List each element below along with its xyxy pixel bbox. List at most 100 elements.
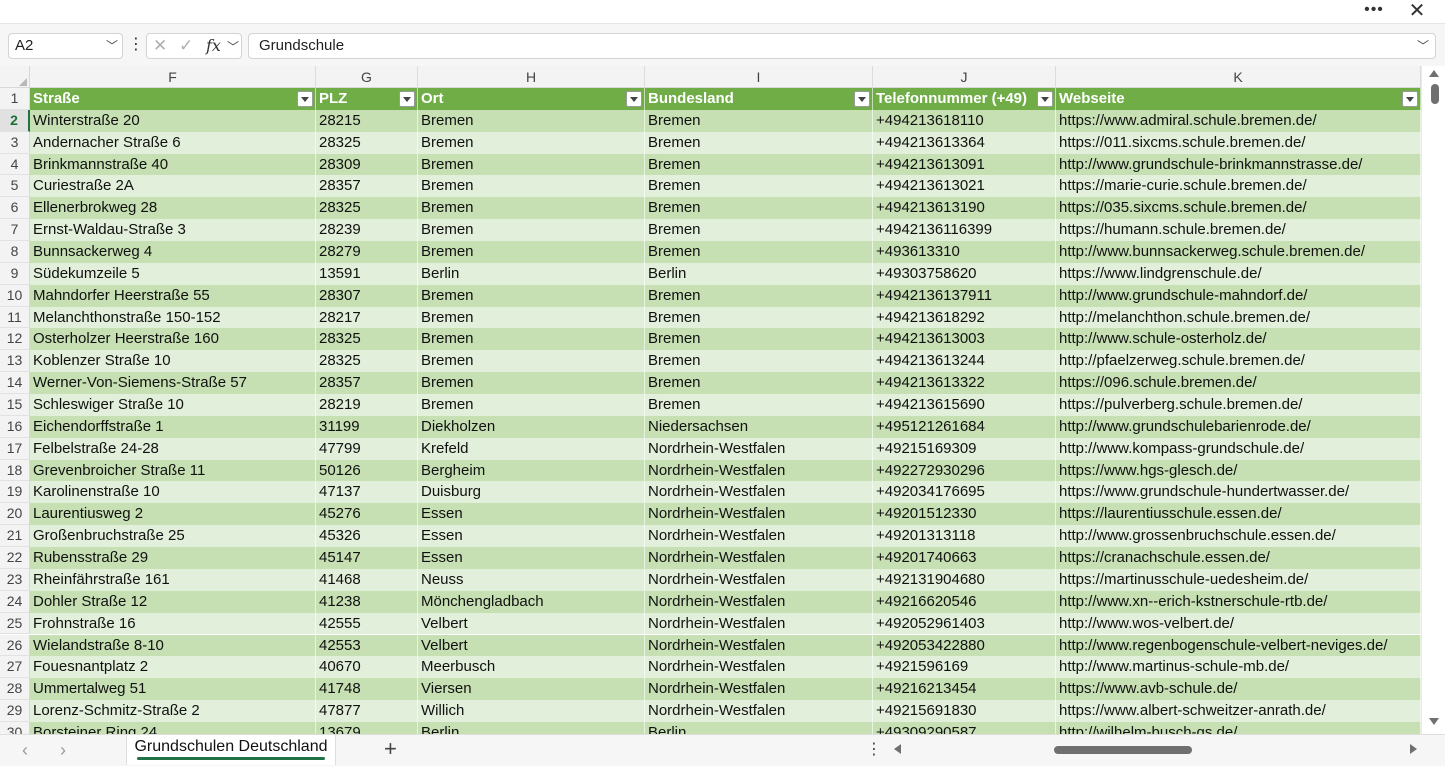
cell-telefon[interactable]: +494213618292: [873, 306, 1056, 329]
cell-webseite[interactable]: http://www.regenbogenschule-velbert-nevi…: [1056, 634, 1421, 657]
next-sheet-icon[interactable]: ›: [60, 739, 66, 761]
cell-telefon[interactable]: +494213613322: [873, 372, 1056, 395]
cell-webseite[interactable]: http://pfaelzerweg.schule.bremen.de/: [1056, 350, 1421, 373]
cell-telefon[interactable]: +49201512330: [873, 503, 1056, 526]
formula-input[interactable]: Grundschule ﹀: [248, 33, 1436, 59]
cell-bundesland[interactable]: Nordrhein-Westfalen: [645, 612, 873, 635]
cell-bundesland[interactable]: Nordrhein-Westfalen: [645, 656, 873, 679]
cell-plz[interactable]: 41238: [316, 590, 418, 613]
cell-webseite[interactable]: http://melanchthon.schule.bremen.de/: [1056, 306, 1421, 329]
name-box[interactable]: A2 ﹀: [8, 33, 123, 59]
row-header[interactable]: 30: [0, 721, 30, 734]
filter-dropdown-icon[interactable]: [854, 91, 870, 107]
cell-ort[interactable]: Bremen: [418, 153, 645, 176]
row-header[interactable]: 18: [0, 459, 30, 482]
cell-street[interactable]: Winterstraße 20: [30, 109, 316, 132]
cell-street[interactable]: Dohler Straße 12: [30, 590, 316, 613]
row-header[interactable]: 28: [0, 678, 30, 701]
cell-plz[interactable]: 28357: [316, 372, 418, 395]
vertical-scrollbar[interactable]: [1421, 66, 1445, 734]
cell-ort[interactable]: Bremen: [418, 372, 645, 395]
cell-webseite[interactable]: https://pulverberg.schule.bremen.de/: [1056, 394, 1421, 416]
cell-street[interactable]: Eichendorffstraße 1: [30, 415, 316, 438]
cell-plz[interactable]: 42555: [316, 612, 418, 635]
vertical-ellipsis-icon[interactable]: ⋮: [866, 739, 882, 761]
cell-ort[interactable]: Meerbusch: [418, 656, 645, 679]
cell-street[interactable]: Werner-Von-Siemens-Straße 57: [30, 372, 316, 395]
cancel-icon[interactable]: ✕: [153, 36, 167, 56]
cell-street[interactable]: Ummertalweg 51: [30, 678, 316, 701]
cell-plz[interactable]: 28219: [316, 394, 418, 416]
cell-plz[interactable]: 28325: [316, 197, 418, 220]
cell-street[interactable]: Curiestraße 2A: [30, 175, 316, 198]
cell-webseite[interactable]: https://www.grundschule-hundertwasser.de…: [1056, 481, 1421, 504]
filter-dropdown-icon[interactable]: [399, 91, 415, 107]
cell-webseite[interactable]: http://www.kompass-grundschule.de/: [1056, 437, 1421, 460]
cell-telefon[interactable]: +494213613244: [873, 350, 1056, 373]
cell-plz[interactable]: 45147: [316, 547, 418, 569]
cell-webseite[interactable]: http://www.grundschule-brinkmannstrasse.…: [1056, 153, 1421, 176]
cell-plz[interactable]: 28239: [316, 219, 418, 242]
cell-bundesland[interactable]: Nordrhein-Westfalen: [645, 568, 873, 591]
cell-bundesland[interactable]: Nordrhein-Westfalen: [645, 678, 873, 701]
row-header[interactable]: 19: [0, 481, 30, 504]
cell-street[interactable]: Felbelstraße 24-28: [30, 437, 316, 460]
cell-street[interactable]: Karolinenstraße 10: [30, 481, 316, 504]
cell-ort[interactable]: Bremen: [418, 328, 645, 351]
cell-street[interactable]: Rheinfährstraße 161: [30, 568, 316, 591]
cell-bundesland[interactable]: Bremen: [645, 284, 873, 307]
chevron-down-icon[interactable]: ﹀: [227, 37, 239, 57]
cell-bundesland[interactable]: Bremen: [645, 394, 873, 416]
row-header[interactable]: 17: [0, 437, 30, 460]
cell-plz[interactable]: 47877: [316, 700, 418, 722]
cell-ort[interactable]: Bremen: [418, 394, 645, 416]
cell-plz[interactable]: 41468: [316, 568, 418, 591]
scroll-left-icon[interactable]: [894, 744, 901, 754]
cell-webseite[interactable]: http://www.martinus-schule-mb.de/: [1056, 656, 1421, 679]
cell-webseite[interactable]: https://www.hgs-glesch.de/: [1056, 459, 1421, 482]
cell-telefon[interactable]: +49201740663: [873, 547, 1056, 569]
cell-telefon[interactable]: +49215691830: [873, 700, 1056, 722]
cell-telefon[interactable]: +49303758620: [873, 262, 1056, 285]
cell-telefon[interactable]: +49216620546: [873, 590, 1056, 613]
cell-bundesland[interactable]: Nordrhein-Westfalen: [645, 459, 873, 482]
horizontal-scroll-thumb[interactable]: [1054, 746, 1192, 754]
cell-plz[interactable]: 45326: [316, 525, 418, 548]
cell-plz[interactable]: 50126: [316, 459, 418, 482]
cell-webseite[interactable]: http://www.xn--erich-kstnerschule-rtb.de…: [1056, 590, 1421, 613]
cell-telefon[interactable]: +492052961403: [873, 612, 1056, 635]
more-options-icon[interactable]: •••: [1362, 0, 1386, 22]
spreadsheet-grid[interactable]: FGHIJK 1 Straße PLZ Ort Bundesland Telefonnum…: [0, 66, 1421, 734]
cell-bundesland[interactable]: Bremen: [645, 131, 873, 154]
row-header[interactable]: 23: [0, 568, 30, 591]
row-header[interactable]: 10: [0, 284, 30, 307]
cell-webseite[interactable]: https://humann.schule.bremen.de/: [1056, 219, 1421, 242]
row-header[interactable]: 3: [0, 131, 30, 154]
cell-bundesland[interactable]: Bremen: [645, 153, 873, 176]
cell-bundesland[interactable]: Berlin: [645, 721, 873, 734]
cell-telefon[interactable]: +4942136116399: [873, 219, 1056, 242]
cell-plz[interactable]: 45276: [316, 503, 418, 526]
filter-dropdown-icon[interactable]: [1037, 91, 1053, 107]
cell-ort[interactable]: Neuss: [418, 568, 645, 591]
cell-ort[interactable]: Bremen: [418, 306, 645, 329]
cell-telefon[interactable]: +492034176695: [873, 481, 1056, 504]
cell-street[interactable]: Bunnsackerweg 4: [30, 241, 316, 263]
horizontal-scrollbar[interactable]: [884, 735, 1424, 765]
cell-plz[interactable]: 28309: [316, 153, 418, 176]
row-header[interactable]: 11: [0, 306, 30, 329]
cell-webseite[interactable]: https://martinusschule-uedesheim.de/: [1056, 568, 1421, 591]
vertical-ellipsis-icon[interactable]: ⋮: [128, 36, 144, 56]
row-header[interactable]: 12: [0, 328, 30, 351]
cell-webseite[interactable]: https://www.albert-schweitzer-anrath.de/: [1056, 700, 1421, 722]
cell-webseite[interactable]: https://011.sixcms.schule.bremen.de/: [1056, 131, 1421, 154]
expand-formula-icon[interactable]: ﹀: [1417, 34, 1429, 58]
cell-bundesland[interactable]: Bremen: [645, 109, 873, 132]
cell-webseite[interactable]: https://www.avb-schule.de/: [1056, 678, 1421, 701]
cell-bundesland[interactable]: Bremen: [645, 306, 873, 329]
cell-telefon[interactable]: +494213613364: [873, 131, 1056, 154]
scroll-right-icon[interactable]: [1410, 744, 1417, 754]
cell-webseite[interactable]: https://laurentiusschule.essen.de/: [1056, 503, 1421, 526]
cell-webseite[interactable]: https://cranachschule.essen.de/: [1056, 547, 1421, 569]
cell-ort[interactable]: Duisburg: [418, 481, 645, 504]
